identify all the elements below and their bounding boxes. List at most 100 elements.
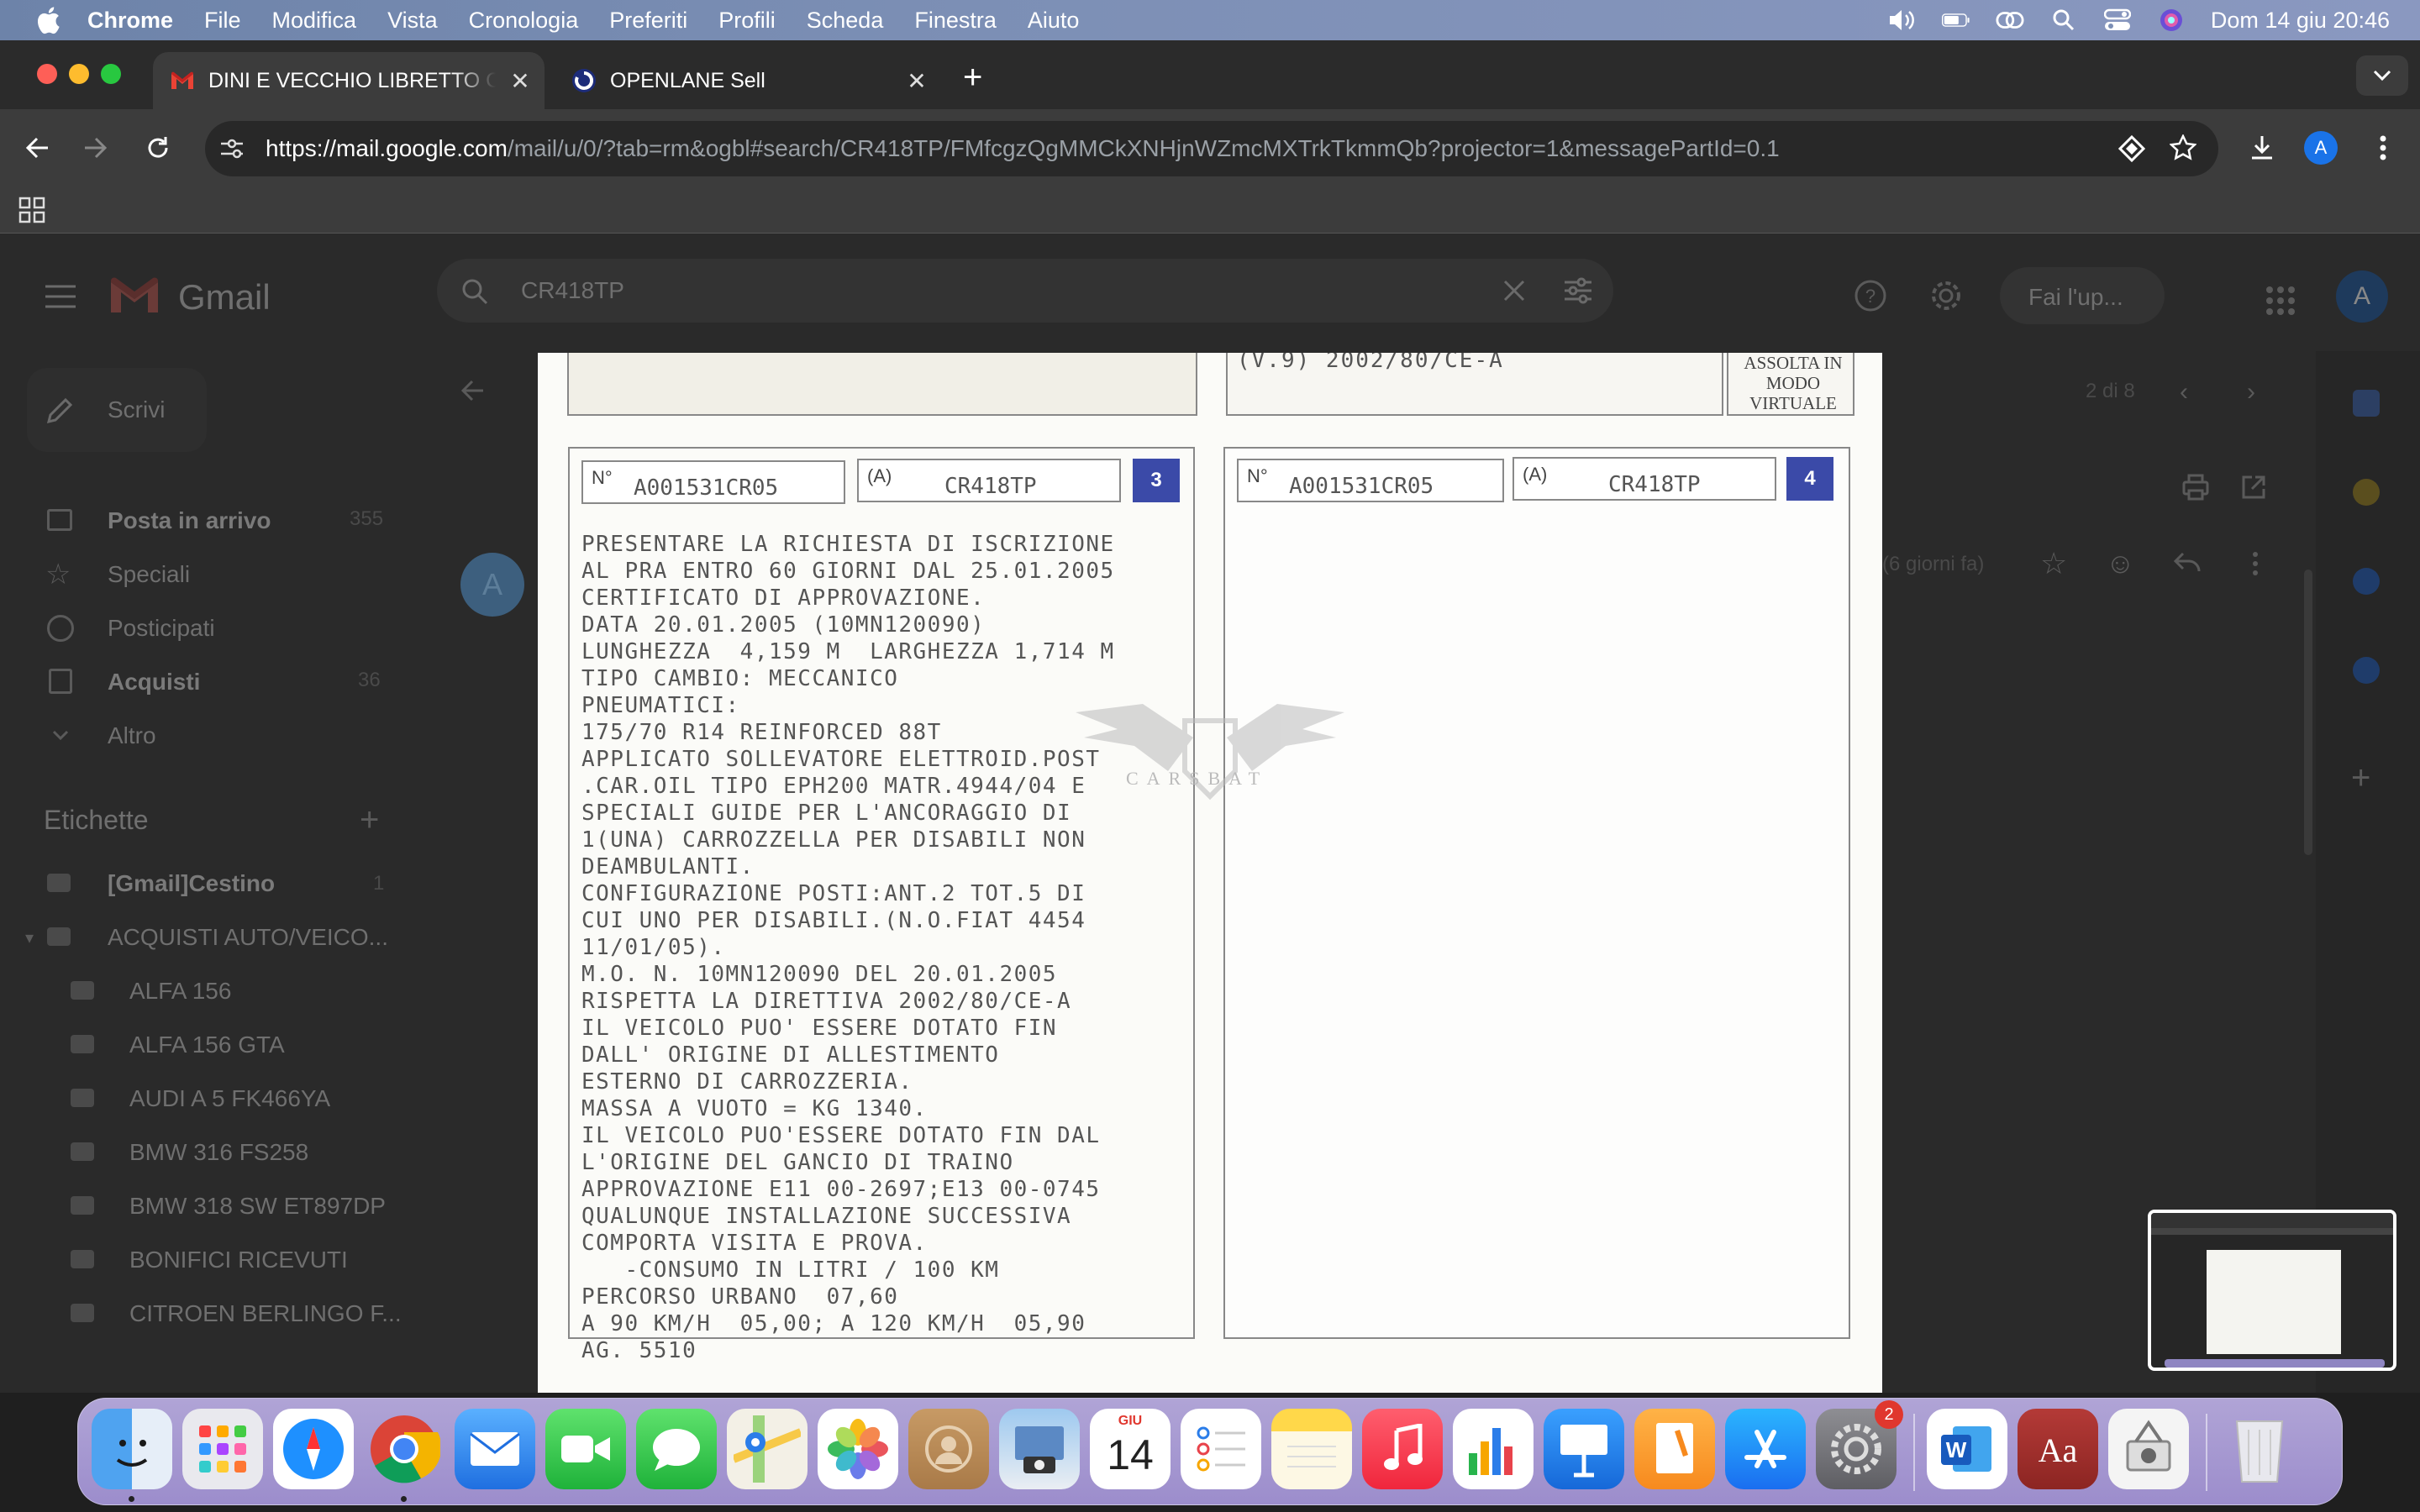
star-message-icon[interactable]: ☆: [2040, 546, 2067, 581]
dictionary-icon[interactable]: Aa: [2018, 1409, 2098, 1489]
label-item[interactable]: [Gmail]Cestino 1: [0, 858, 387, 909]
scrollbar-thumb[interactable]: [2304, 570, 2312, 855]
reply-icon[interactable]: [2173, 551, 2202, 579]
control-center-icon[interactable]: [2103, 6, 2132, 34]
label-item[interactable]: ▾ ACQUISTI AUTO/VEICO...: [0, 912, 388, 963]
apple-icon[interactable]: [35, 5, 62, 35]
keep-app-icon[interactable]: [2353, 479, 2380, 506]
spotlight-search-icon[interactable]: [2049, 6, 2078, 34]
menu-finestra[interactable]: Finestra: [914, 8, 997, 34]
facetime-icon[interactable]: [545, 1409, 626, 1489]
maps-icon[interactable]: [727, 1409, 808, 1489]
siri-icon[interactable]: [2157, 6, 2186, 34]
google-apps-icon[interactable]: [2265, 286, 2296, 320]
nav-item-starred[interactable]: ☆ Speciali: [0, 549, 387, 600]
reminders-icon[interactable]: [1181, 1409, 1261, 1489]
screenshot-tool-icon[interactable]: [2108, 1409, 2189, 1489]
zoom-window-button[interactable]: [101, 64, 121, 84]
menu-aiuto[interactable]: Aiuto: [1028, 8, 1080, 34]
menu-file[interactable]: File: [204, 8, 241, 34]
new-tab-icon[interactable]: +: [963, 59, 982, 97]
clear-search-icon[interactable]: [1502, 279, 1526, 307]
chrome-menu-icon[interactable]: [2363, 128, 2403, 168]
print-icon[interactable]: [2181, 474, 2210, 505]
hamburger-menu-icon[interactable]: [44, 284, 77, 313]
help-icon[interactable]: ?: [1854, 279, 1887, 317]
label-item[interactable]: CITROEN BERLINGO F...: [0, 1289, 402, 1339]
nav-item-snoozed[interactable]: Posticipati: [0, 603, 387, 654]
open-in-new-window-icon[interactable]: [2240, 474, 2267, 505]
bookmark-star-icon[interactable]: [2169, 134, 2197, 165]
safari-icon[interactable]: [273, 1409, 354, 1489]
nav-item-more[interactable]: Altro: [0, 711, 387, 761]
chrome-icon[interactable]: [364, 1409, 445, 1489]
upgrade-button[interactable]: Fai l'up...: [2000, 267, 2165, 324]
launchpad-icon[interactable]: [182, 1409, 263, 1489]
mail-search-box[interactable]: CR418TP: [437, 259, 1613, 323]
chevron-left-icon[interactable]: ‹: [2180, 378, 2188, 407]
search-options-icon[interactable]: [1563, 277, 1593, 308]
label-item[interactable]: AUDI A 5 FK466YA: [0, 1074, 387, 1124]
account-avatar[interactable]: A: [2336, 270, 2388, 323]
menu-profili[interactable]: Profili: [718, 8, 776, 34]
close-window-button[interactable]: [37, 64, 57, 84]
tasks-app-icon[interactable]: [2353, 568, 2380, 595]
volume-icon[interactable]: [1888, 6, 1917, 34]
photos-icon[interactable]: [818, 1409, 898, 1489]
label-item[interactable]: BONIFICI RICEVUTI: [0, 1235, 387, 1285]
settings-gear-icon[interactable]: [1929, 279, 1963, 317]
calendar-app-icon[interactable]: [2353, 390, 2380, 417]
back-to-list-icon[interactable]: [460, 380, 484, 406]
add-addon-icon[interactable]: +: [2351, 759, 2370, 797]
close-tab-icon[interactable]: ✕: [904, 68, 929, 94]
address-bar[interactable]: https://mail.google.com/mail/u/0/?tab=rm…: [205, 121, 2218, 176]
calendar-icon[interactable]: GIU 14: [1090, 1409, 1171, 1489]
pages-icon[interactable]: [1634, 1409, 1715, 1489]
search-icon[interactable]: [460, 277, 489, 310]
label-item[interactable]: BMW 318 SW ET897DP: [0, 1181, 387, 1231]
add-label-icon[interactable]: +: [360, 801, 379, 839]
messages-icon[interactable]: [636, 1409, 717, 1489]
compose-button[interactable]: Scrivi: [27, 368, 207, 452]
reload-icon[interactable]: [138, 128, 178, 168]
minimize-window-button[interactable]: [69, 64, 89, 84]
preview-icon[interactable]: [999, 1409, 1080, 1489]
menu-cronologia[interactable]: Cronologia: [469, 8, 579, 34]
profile-avatar[interactable]: A: [2301, 128, 2341, 168]
screenshot-thumbnail[interactable]: [2148, 1210, 2396, 1371]
emoji-react-icon[interactable]: ☺: [2106, 548, 2135, 580]
expand-arrow-icon[interactable]: ▾: [25, 927, 34, 948]
forward-arrow-icon[interactable]: [76, 128, 116, 168]
contacts-icon[interactable]: [908, 1409, 989, 1489]
menu-modifica[interactable]: Modifica: [272, 8, 357, 34]
lens-icon[interactable]: [2118, 134, 2146, 167]
gmail-logo-icon[interactable]: [108, 276, 161, 320]
tab-gmail[interactable]: DINI E VECCHIO LIBRETTO CR418TP ✕: [153, 52, 544, 109]
more-options-icon[interactable]: [2252, 551, 2259, 580]
finder-icon[interactable]: [92, 1409, 172, 1489]
mail-icon[interactable]: [455, 1409, 535, 1489]
close-tab-icon[interactable]: ✕: [508, 68, 533, 94]
menu-vista[interactable]: Vista: [387, 8, 438, 34]
trash-icon[interactable]: [2219, 1409, 2300, 1489]
label-item[interactable]: BMW 316 FS258: [0, 1127, 387, 1178]
nav-item-inbox[interactable]: Posta in arrivo 355: [0, 496, 387, 546]
label-item[interactable]: ALFA 156: [0, 966, 387, 1016]
tab-search-chevron-icon[interactable]: [2356, 55, 2408, 96]
keynote-icon[interactable]: [1544, 1409, 1624, 1489]
label-item[interactable]: ALFA 156 GTA: [0, 1020, 387, 1070]
back-arrow-icon[interactable]: [17, 128, 57, 168]
tab-openlane[interactable]: OPENLANE Sell ✕: [555, 52, 941, 109]
chevron-right-icon[interactable]: ›: [2247, 378, 2255, 407]
site-settings-icon[interactable]: [218, 135, 245, 162]
system-settings-icon[interactable]: 2: [1816, 1400, 1903, 1489]
nav-item-purchases[interactable]: Acquisti 36: [0, 657, 387, 707]
battery-icon[interactable]: [1941, 6, 1970, 34]
contacts-app-icon[interactable]: [2353, 657, 2380, 684]
word-icon[interactable]: W: [1927, 1409, 2007, 1489]
notes-icon[interactable]: [1271, 1409, 1352, 1489]
music-icon[interactable]: [1362, 1409, 1443, 1489]
menu-app-name[interactable]: Chrome: [87, 8, 173, 34]
app-store-icon[interactable]: [1725, 1409, 1806, 1489]
menu-scheda[interactable]: Scheda: [807, 8, 884, 34]
